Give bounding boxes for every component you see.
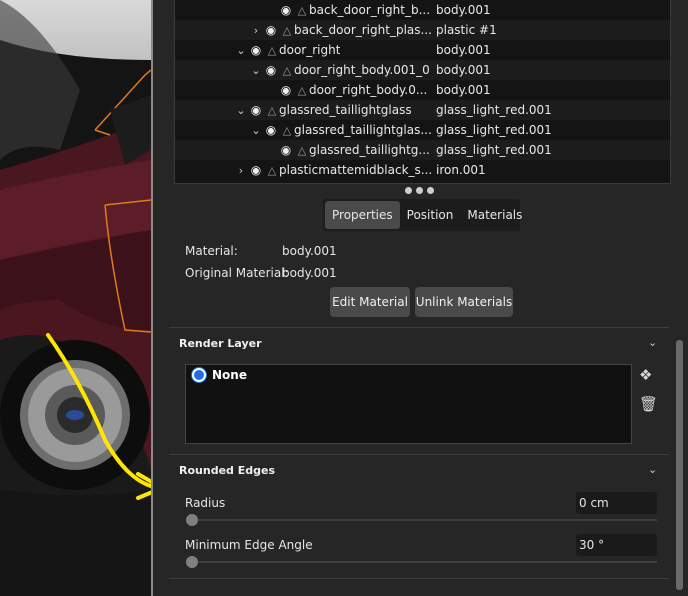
material-value: body.001 [282, 244, 337, 258]
chevron-down-icon[interactable]: ⌄ [250, 64, 262, 77]
radius-input[interactable]: 0 cm [576, 492, 657, 514]
tree-row[interactable]: ◉ △ back_door_right_b... body.001 [175, 0, 670, 20]
tree-row[interactable]: ⌄ ◉ △ door_right_body.001_0 body.001 [175, 60, 670, 80]
material-label: Material: [185, 244, 238, 258]
visibility-eye-icon[interactable]: ◉ [277, 143, 295, 157]
radio-selected-icon[interactable] [192, 368, 206, 382]
unlink-materials-button[interactable]: Unlink Materials [415, 287, 513, 317]
resize-handle-dots-icon[interactable] [405, 187, 445, 195]
tree-row[interactable]: ◉ △ glassred_taillightg... glass_light_red.… [175, 140, 670, 160]
tree-row[interactable]: ⌄ ◉ △ glassred_taillightglas... glass_light_… [175, 120, 670, 140]
panel-scrollbar[interactable] [676, 340, 683, 590]
tree-item-material: body.001 [436, 3, 491, 17]
tree-item-material: body.001 [436, 43, 491, 57]
tree-item-name: door_right_body.0... [309, 83, 428, 97]
tree-item-name: back_door_right_plas... [294, 23, 432, 37]
object-type-icon: △ [267, 43, 277, 57]
tree-item-name: glassred_taillightglas... [294, 123, 432, 137]
tree-item-name: back_door_right_b... [309, 3, 431, 17]
render-layer-list[interactable]: None [185, 364, 632, 444]
render-layer-title: Render Layer [179, 337, 262, 350]
object-type-icon: △ [267, 163, 277, 177]
visibility-eye-icon[interactable]: ◉ [262, 63, 280, 77]
tab-properties[interactable]: Properties [325, 201, 400, 229]
section-divider [169, 327, 669, 328]
visibility-eye-icon[interactable]: ◉ [247, 43, 265, 57]
min-edge-angle-label: Minimum Edge Angle [185, 538, 313, 552]
chevron-right-icon[interactable]: › [235, 164, 247, 177]
panel-tabs: Properties Position Materials [323, 199, 522, 231]
visibility-eye-icon[interactable]: ◉ [247, 103, 265, 117]
radius-slider-track[interactable] [189, 519, 657, 521]
visibility-eye-icon[interactable]: ◉ [262, 23, 280, 37]
tree-item-material: glass_light_red.001 [436, 103, 552, 117]
original-material-value: body.001 [282, 266, 337, 280]
visibility-eye-icon[interactable]: ◉ [262, 123, 280, 137]
original-material-label: Original Material: [185, 266, 289, 280]
tree-item-name: door_right_body.001_0 [294, 63, 430, 77]
radius-slider-knob[interactable] [186, 514, 198, 526]
rounded-edges-title: Rounded Edges [179, 464, 275, 477]
tree-item-material: plastic #1 [436, 23, 497, 37]
min-edge-angle-slider-track[interactable] [189, 561, 657, 563]
tree-item-name: glassred_taillightglass [279, 103, 412, 117]
chevron-down-icon[interactable]: ⌄ [235, 44, 247, 57]
object-type-icon: △ [267, 103, 277, 117]
tree-row[interactable]: › ◉ △ plasticmattemidblack_s... iron.001 [175, 160, 670, 180]
radius-label: Radius [185, 496, 226, 510]
chevron-right-icon[interactable]: › [250, 24, 262, 37]
tree-item-material: iron.001 [436, 163, 486, 177]
object-type-icon: △ [297, 143, 307, 157]
tree-item-name: door_right [279, 43, 341, 57]
tree-row[interactable]: › ◉ △ back_door_right_plas... plastic #1 [175, 20, 670, 40]
render-layer-none[interactable]: None [212, 368, 247, 382]
tree-row[interactable]: ⌄ ◉ △ door_right body.001 [175, 40, 670, 60]
scene-tree[interactable]: ◉ △ back_door_right_b... body.001 › ◉ △ back_do… [174, 0, 671, 184]
object-type-icon: △ [297, 83, 307, 97]
min-edge-angle-slider-knob[interactable] [186, 556, 198, 568]
section-divider [169, 578, 669, 579]
visibility-eye-icon[interactable]: ◉ [247, 163, 265, 177]
object-type-icon: △ [282, 123, 292, 137]
chevron-down-icon[interactable]: ⌄ [648, 463, 657, 476]
car-render [0, 0, 151, 596]
chevron-down-icon[interactable]: ⌄ [648, 336, 657, 349]
tree-item-material: glass_light_red.001 [436, 123, 552, 137]
tree-item-name: plasticmattemidblack_s... [279, 163, 433, 177]
trash-icon[interactable]: 🗑 [639, 395, 658, 413]
tab-position[interactable]: Position [400, 201, 461, 229]
edit-material-button[interactable]: Edit Material [330, 287, 410, 317]
add-layer-icon[interactable]: ❖ [639, 366, 652, 384]
tree-row[interactable]: ⌄ ◉ △ glassred_taillightglass glass_light_re… [175, 100, 670, 120]
object-type-icon: △ [282, 23, 292, 37]
object-type-icon: △ [297, 3, 307, 17]
min-edge-angle-input[interactable]: 30 ° [576, 534, 657, 556]
tree-item-material: body.001 [436, 63, 491, 77]
tree-row[interactable]: ◉ △ door_right_body.0... body.001 [175, 80, 670, 100]
chevron-down-icon[interactable]: ⌄ [250, 124, 262, 137]
tab-materials[interactable]: Materials [460, 201, 529, 229]
visibility-eye-icon[interactable]: ◉ [277, 3, 295, 17]
chevron-down-icon[interactable]: ⌄ [235, 104, 247, 117]
object-type-icon: △ [282, 63, 292, 77]
tree-item-material: body.001 [436, 83, 491, 97]
section-divider [169, 454, 669, 455]
visibility-eye-icon[interactable]: ◉ [277, 83, 295, 97]
tree-item-name: glassred_taillightg... [309, 143, 430, 157]
properties-panel: ◉ △ back_door_right_b... body.001 › ◉ △ back_do… [153, 0, 688, 596]
3d-viewport[interactable] [0, 0, 151, 596]
tree-item-material: glass_light_red.001 [436, 143, 552, 157]
